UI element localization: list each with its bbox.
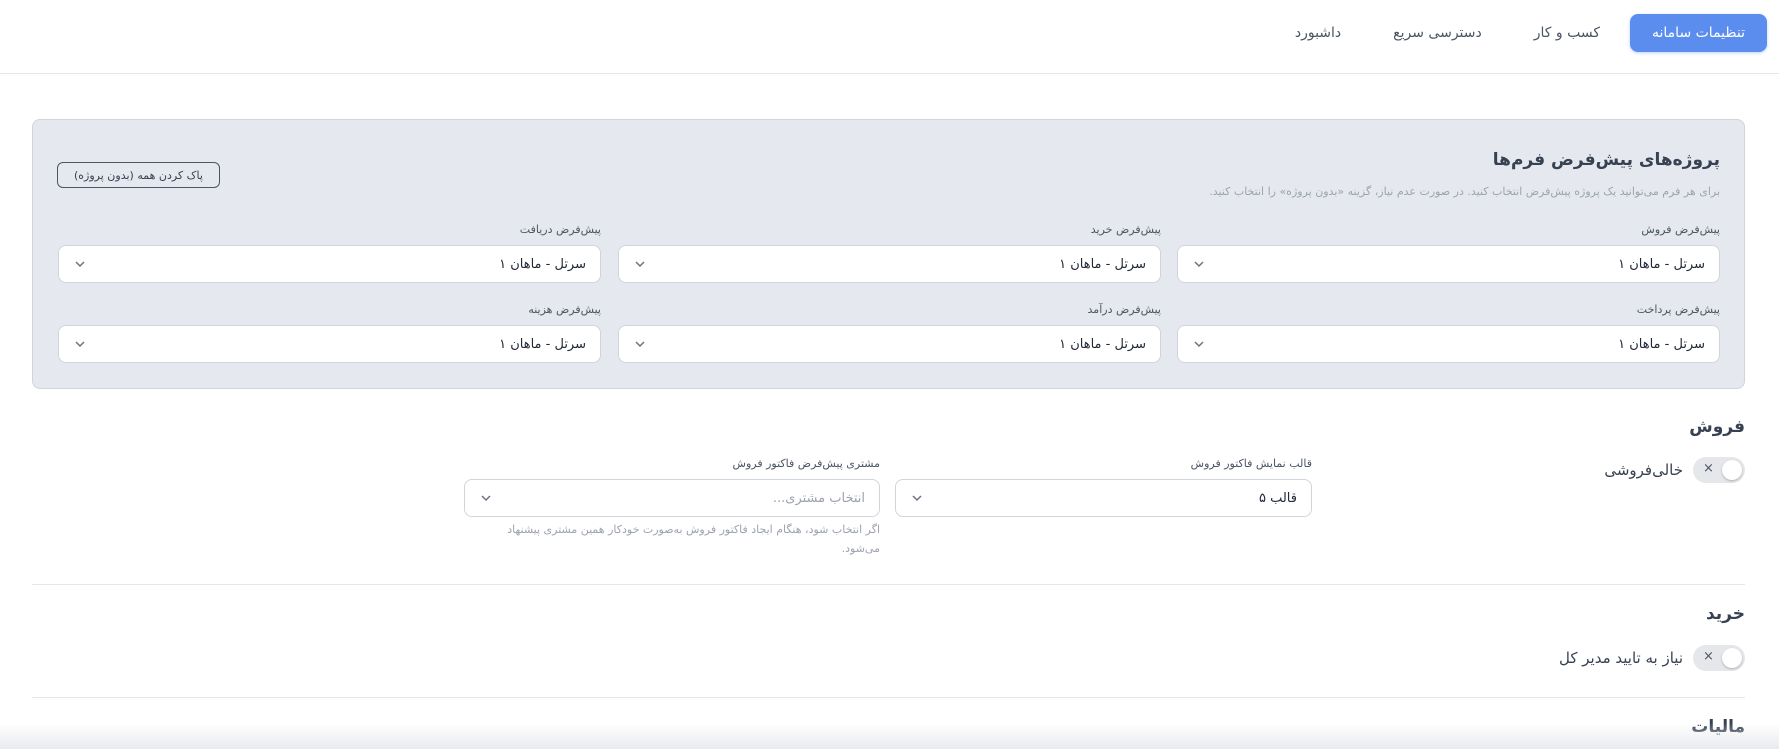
default-purchase-select[interactable]: سرتل - ماهان ۱ — [618, 245, 1161, 283]
field-default-sales: پیش‌فرض فروش سرتل - ماهان ۱ — [1177, 223, 1720, 283]
close-icon: × — [1703, 461, 1714, 476]
field-default-income: پیش‌فرض درآمد سرتل - ماهان ۱ — [618, 303, 1161, 363]
field-label: پیش‌فرض پرداخت — [1636, 303, 1720, 316]
tab-system-settings[interactable]: تنظیمات سامانه — [1630, 14, 1767, 52]
empty-sell-toggle-row: × خالی‌فروشی — [1604, 457, 1745, 483]
divider — [32, 697, 1745, 698]
card-subtitle: برای هر فرم می‌توانید یک پروژه پیش‌فرض ا… — [1209, 185, 1720, 198]
purchase-section-title: خرید — [1705, 604, 1745, 624]
select-value: سرتل - ماهان ۱ — [499, 336, 586, 352]
tab-dashboard[interactable]: داشبورد — [1273, 14, 1363, 52]
field-label: پیش‌فرض فروش — [1641, 223, 1720, 236]
default-income-select[interactable]: سرتل - ماهان ۱ — [618, 325, 1161, 363]
field-label: مشتری پیش‌فرض فاکتور فروش — [732, 457, 880, 470]
help-line: می‌شود. — [841, 542, 880, 555]
select-value: سرتل - ماهان ۱ — [1618, 256, 1705, 272]
default-expense-select[interactable]: سرتل - ماهان ۱ — [58, 325, 601, 363]
bottom-fade — [0, 723, 1779, 749]
default-customer-select[interactable]: انتخاب مشتری... — [464, 479, 880, 517]
field-label: پیش‌فرض خرید — [1090, 223, 1161, 236]
chevron-down-icon — [75, 261, 85, 268]
chevron-down-icon — [481, 495, 491, 502]
default-projects-card: پروژه‌های پیش‌فرض فرم‌ها برای هر فرم می‌… — [32, 119, 1745, 389]
admin-approval-label: نیاز به تایید مدیر کل — [1559, 649, 1683, 667]
empty-sell-label: خالی‌فروشی — [1604, 461, 1683, 479]
select-placeholder: انتخاب مشتری... — [772, 490, 865, 506]
field-label: پیش‌فرض هزینه — [528, 303, 601, 316]
select-value: سرتل - ماهان ۱ — [1059, 256, 1146, 272]
default-payment-select[interactable]: سرتل - ماهان ۱ — [1177, 325, 1720, 363]
nav-tabs: تنظیمات سامانه کسب و کار دسترسی سریع داش… — [1273, 14, 1767, 52]
divider — [32, 584, 1745, 585]
customer-help-text: اگر انتخاب شود، هنگام ایجاد فاکتور فروش … — [464, 520, 880, 558]
empty-sell-toggle[interactable]: × — [1693, 457, 1745, 483]
chevron-down-icon — [1194, 341, 1204, 348]
card-title: پروژه‌های پیش‌فرض فرم‌ها — [1492, 150, 1720, 170]
field-label: پیش‌فرض دریافت — [519, 223, 601, 236]
default-receipt-select[interactable]: سرتل - ماهان ۱ — [58, 245, 601, 283]
chevron-down-icon — [635, 341, 645, 348]
field-default-payment: پیش‌فرض پرداخت سرتل - ماهان ۱ — [1177, 303, 1720, 363]
field-default-expense: پیش‌فرض هزینه سرتل - ماهان ۱ — [58, 303, 601, 363]
field-sales-template: قالب نمایش فاکتور فروش قالب ۵ — [895, 457, 1312, 517]
select-value: سرتل - ماهان ۱ — [1618, 336, 1705, 352]
close-icon: × — [1703, 649, 1714, 664]
admin-approval-toggle-row: × نیاز به تایید مدیر کل — [1559, 645, 1745, 671]
field-label: پیش‌فرض درآمد — [1087, 303, 1161, 316]
toggle-knob — [1722, 460, 1742, 480]
select-value: قالب ۵ — [1258, 490, 1297, 506]
tab-business[interactable]: کسب و کار — [1512, 14, 1622, 52]
admin-approval-toggle[interactable]: × — [1693, 645, 1745, 671]
select-value: سرتل - ماهان ۱ — [1059, 336, 1146, 352]
field-label: قالب نمایش فاکتور فروش — [1190, 457, 1312, 470]
chevron-down-icon — [912, 495, 922, 502]
field-default-receipt: پیش‌فرض دریافت سرتل - ماهان ۱ — [58, 223, 601, 283]
chevron-down-icon — [75, 341, 85, 348]
top-navbar: تنظیمات سامانه کسب و کار دسترسی سریع داش… — [0, 0, 1779, 74]
clear-all-button[interactable]: پاک کردن همه (بدون پروژه) — [57, 162, 220, 188]
chevron-down-icon — [1194, 261, 1204, 268]
default-sales-select[interactable]: سرتل - ماهان ۱ — [1177, 245, 1720, 283]
tab-quick-access[interactable]: دسترسی سریع — [1371, 14, 1504, 52]
help-line: اگر انتخاب شود، هنگام ایجاد فاکتور فروش … — [507, 523, 880, 536]
sales-section-title: فروش — [1689, 417, 1745, 437]
toggle-knob — [1722, 648, 1742, 668]
field-default-customer: مشتری پیش‌فرض فاکتور فروش انتخاب مشتری..… — [464, 457, 880, 517]
chevron-down-icon — [635, 261, 645, 268]
select-value: سرتل - ماهان ۱ — [499, 256, 586, 272]
sales-template-select[interactable]: قالب ۵ — [895, 479, 1312, 517]
field-default-purchase: پیش‌فرض خرید سرتل - ماهان ۱ — [618, 223, 1161, 283]
